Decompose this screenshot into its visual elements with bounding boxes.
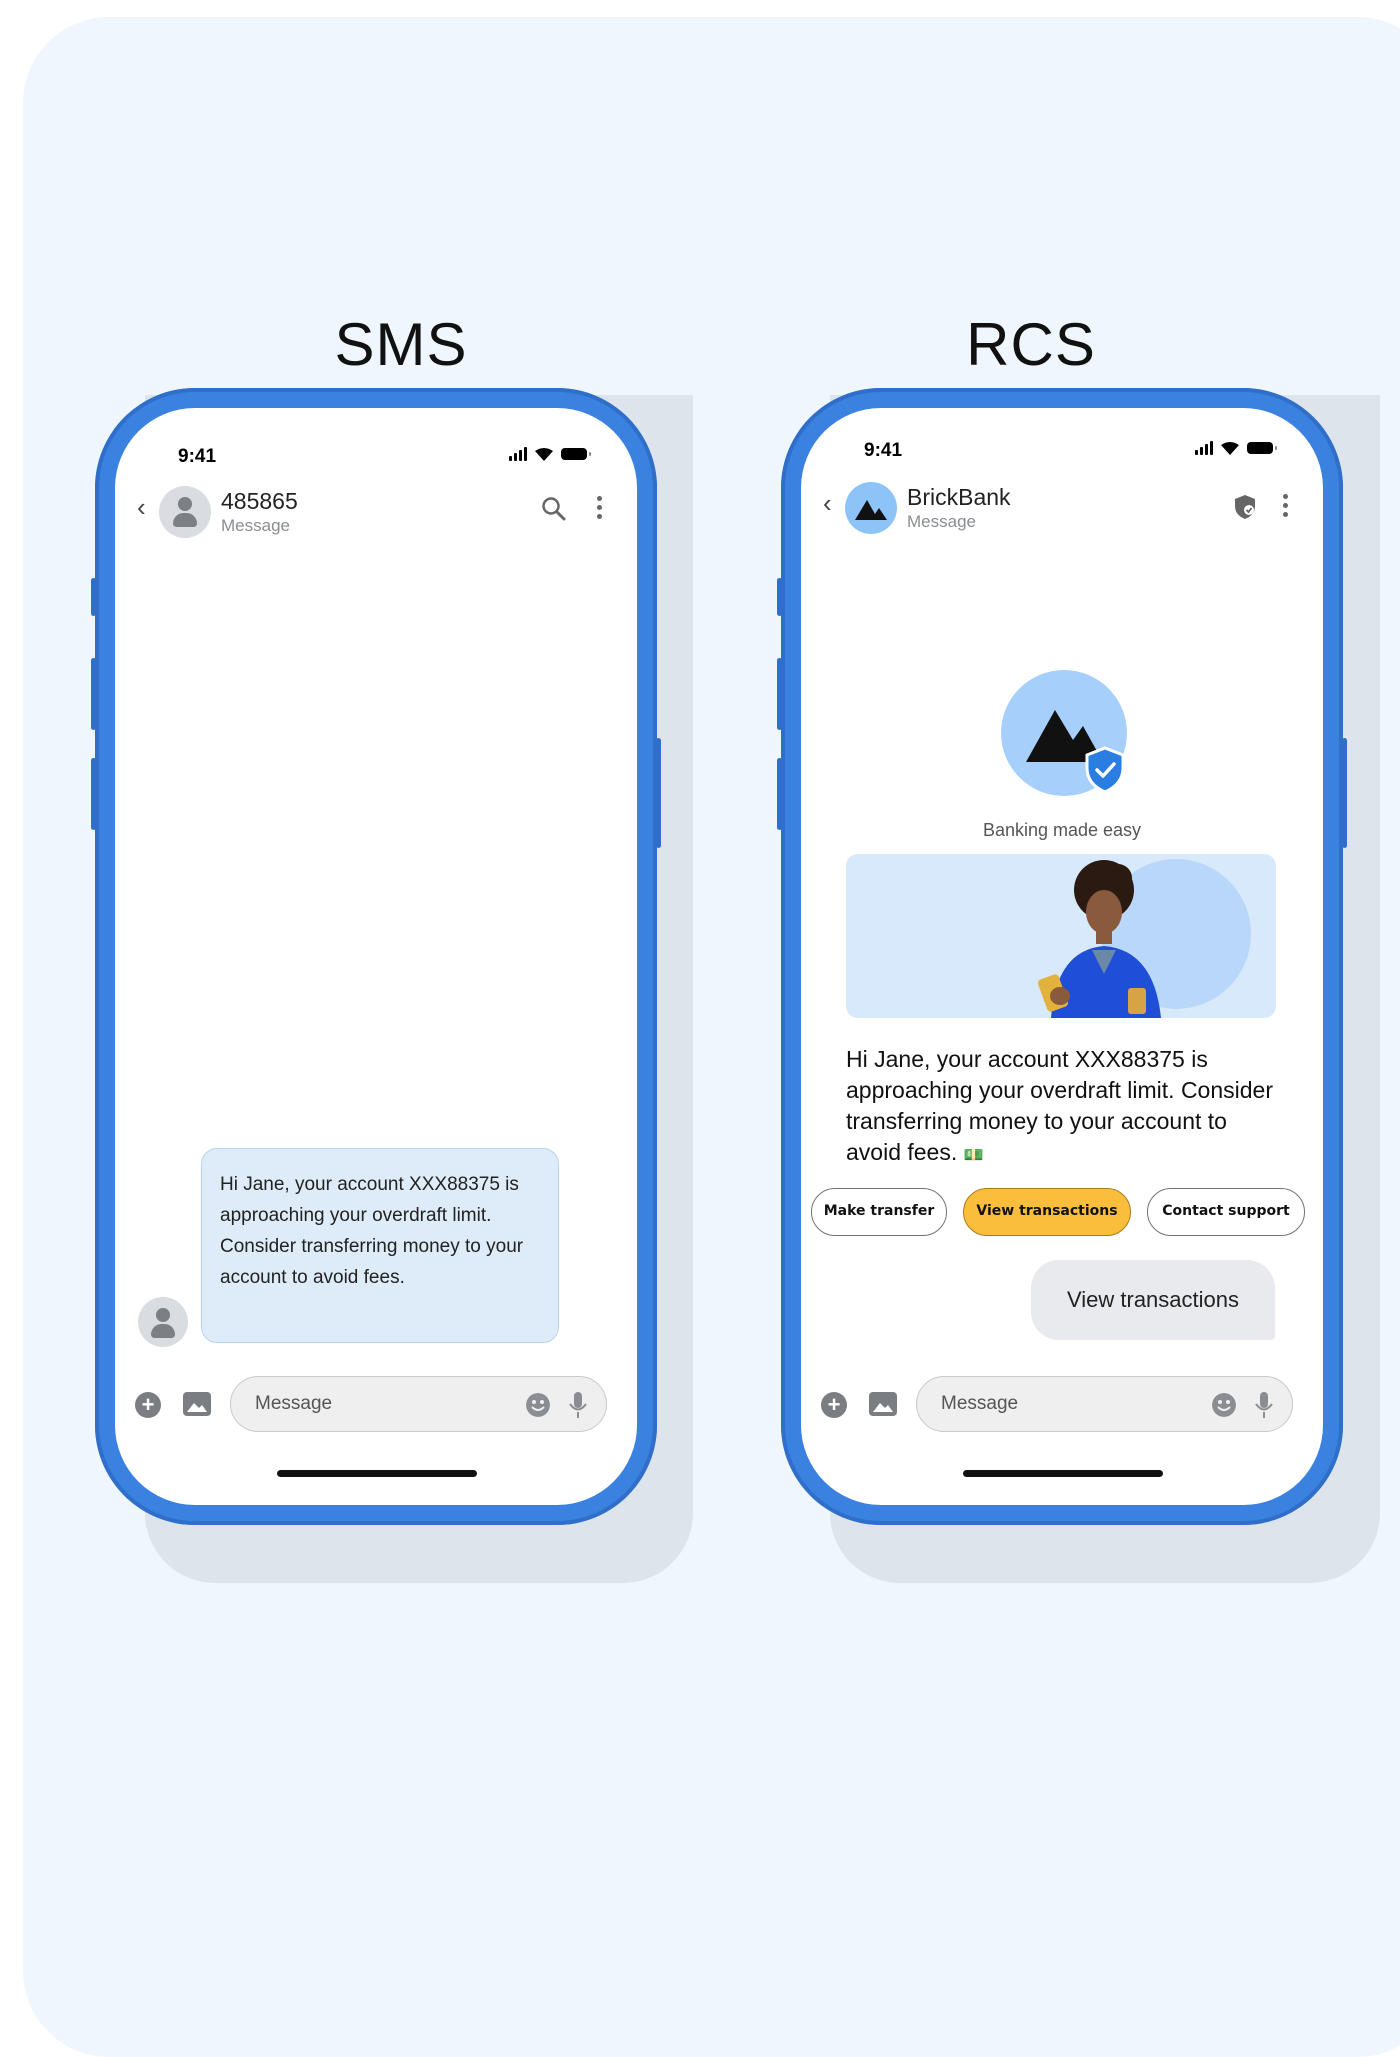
back-icon[interactable]: ‹ [137, 492, 146, 523]
contact-subtitle: Message [221, 516, 290, 535]
add-attachment-icon[interactable]: + [821, 1392, 847, 1418]
money-emoji-icon: 💵 [963, 1147, 984, 1164]
composer-bar: + Message [821, 1376, 1293, 1436]
message-input[interactable]: Message [230, 1376, 607, 1432]
hero-image [846, 854, 1276, 1018]
rcs-screen: 9:41 ‹ BrickBank Message Banking made ea… [801, 408, 1323, 1505]
rcs-phone: 9:41 ‹ BrickBank Message Banking made ea… [777, 388, 1347, 1525]
contact-support-chip[interactable]: Contact support [1147, 1188, 1305, 1236]
sms-heading: SMS [334, 311, 468, 378]
message-text: Hi Jane, your account XXX88375 is approa… [846, 1046, 1273, 1165]
sms-phone: 9:41 ‹ 485865 Message Hi Jane, your acco… [91, 388, 661, 1525]
make-transfer-chip[interactable]: Make transfer [811, 1188, 947, 1236]
battery-icon [561, 448, 591, 460]
signal-icon [509, 447, 527, 461]
sent-message: View transactions [1031, 1260, 1275, 1340]
gallery-icon[interactable] [183, 1392, 211, 1416]
back-icon[interactable]: ‹ [823, 488, 832, 519]
verified-sender-icon[interactable] [1233, 494, 1257, 520]
more-options-icon[interactable] [597, 496, 603, 523]
sender-avatar [138, 1297, 188, 1347]
search-icon[interactable] [541, 496, 567, 522]
message-placeholder: Message [255, 1393, 333, 1414]
brand-avatar[interactable] [845, 482, 897, 534]
wifi-icon [535, 447, 553, 461]
more-options-icon[interactable] [1283, 494, 1289, 521]
add-attachment-icon[interactable]: + [135, 1392, 161, 1418]
contact-name: 485865 [221, 488, 298, 514]
emoji-icon[interactable] [526, 1393, 550, 1417]
contact-subtitle: Message [907, 512, 976, 531]
home-indicator [963, 1470, 1163, 1477]
status-time: 9:41 [178, 446, 217, 467]
incoming-rich-message: Hi Jane, your account XXX88375 is approa… [846, 1044, 1286, 1171]
composer-bar: + Message [135, 1376, 607, 1436]
brand-tagline: Banking made easy [982, 820, 1142, 840]
microphone-icon[interactable] [566, 1391, 590, 1419]
status-icons [1195, 438, 1277, 458]
verified-badge-icon [1085, 746, 1125, 794]
brand-name: BrickBank [907, 484, 1011, 510]
home-indicator [277, 1470, 477, 1477]
contact-avatar[interactable] [159, 486, 211, 538]
gallery-icon[interactable] [869, 1392, 897, 1416]
status-icons [509, 444, 591, 464]
status-time: 9:41 [864, 440, 903, 461]
battery-icon [1247, 442, 1277, 454]
microphone-icon[interactable] [1252, 1391, 1276, 1419]
incoming-message: Hi Jane, your account XXX88375 is approa… [201, 1148, 559, 1343]
signal-icon [1195, 441, 1213, 455]
conversation-header: ‹ BrickBank Message [823, 482, 1301, 540]
conversation-header: ‹ 485865 Message [137, 486, 615, 544]
sms-screen: 9:41 ‹ 485865 Message Hi Jane, your acco… [115, 408, 637, 1505]
rcs-heading: RCS [966, 311, 1096, 378]
woman-with-phone-illustration [1037, 859, 1251, 1018]
message-placeholder: Message [941, 1393, 1019, 1414]
message-input[interactable]: Message [916, 1376, 1293, 1432]
view-transactions-chip[interactable]: View transactions [963, 1188, 1131, 1236]
emoji-icon[interactable] [1212, 1393, 1236, 1417]
brickbank-logo-icon [855, 500, 887, 520]
wifi-icon [1221, 441, 1239, 455]
